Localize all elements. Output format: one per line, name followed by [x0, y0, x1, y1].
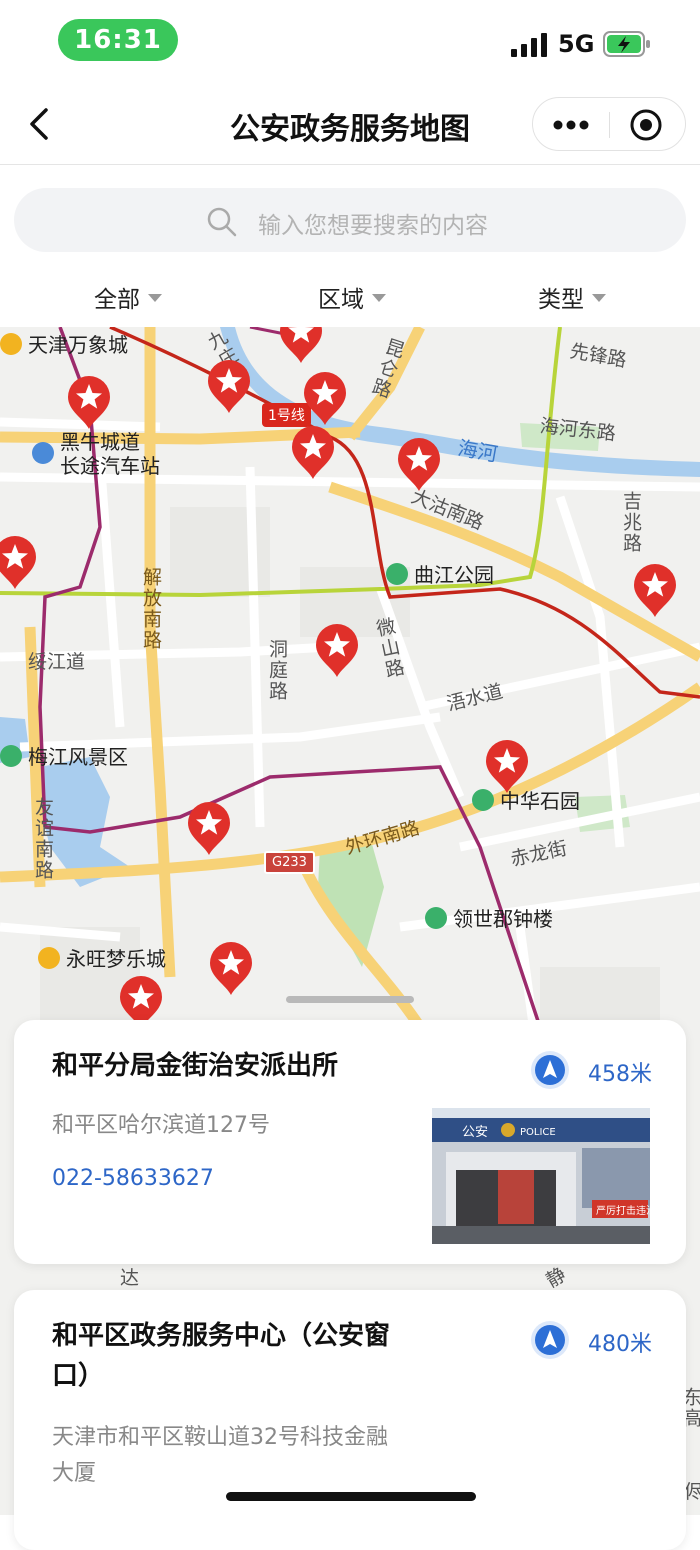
road-label: 吉兆路	[620, 491, 642, 554]
more-icon[interactable]	[551, 110, 591, 140]
police-marker[interactable]	[66, 375, 112, 431]
police-marker[interactable]	[302, 371, 348, 427]
search-input[interactable]: 输入您想要搜索的内容	[14, 188, 686, 252]
close-miniapp-icon[interactable]	[629, 108, 663, 142]
poi-label: 黑牛城道 长途汽车站	[60, 430, 160, 478]
station-card[interactable]: 和平区政务服务中心（公安窗口） 480米 天津市和平区鞍山道32号科技金融大厦	[14, 1290, 686, 1550]
station-address: 天津市和平区鞍山道32号科技金融大厦	[52, 1425, 388, 1486]
search-placeholder: 输入您想要搜索的内容	[258, 213, 488, 239]
poi-aeon-mall[interactable]: 永旺梦乐城	[38, 943, 166, 972]
sign-text: 公安	[462, 1125, 488, 1140]
police-marker[interactable]	[186, 801, 232, 857]
filter-bar: 全部 区域 类型	[0, 270, 700, 320]
status-time: 16:31	[58, 19, 178, 61]
road-label: 解放南路	[140, 567, 162, 651]
station-distance: 480米	[588, 1332, 652, 1357]
police-marker[interactable]	[314, 623, 360, 679]
police-station-image: 公安 POLICE 严厉打击违法	[432, 1108, 650, 1244]
caret-down-icon	[372, 294, 386, 302]
road-label: 侭	[684, 1481, 700, 1503]
caret-down-icon	[148, 294, 162, 302]
poi-label: 天津万象城	[28, 333, 128, 357]
search-icon	[207, 207, 237, 237]
road-label: 达	[120, 1267, 140, 1289]
poi-clock-tower[interactable]: 领世郡钟楼	[425, 903, 553, 932]
camera-icon	[425, 906, 447, 929]
police-marker[interactable]	[290, 425, 336, 481]
police-marker[interactable]	[632, 563, 678, 619]
home-indicator	[226, 1492, 476, 1501]
banner-text: 严厉打击违法	[596, 1204, 650, 1217]
poi-label: 永旺梦乐城	[66, 947, 166, 971]
filter-label: 区域	[318, 287, 364, 313]
poi-label: 领世郡钟楼	[453, 907, 553, 931]
mall-icon	[0, 332, 22, 355]
police-marker[interactable]	[278, 327, 324, 365]
poi-label: 曲江公园	[414, 563, 494, 587]
filter-label: 全部	[94, 287, 140, 313]
navigate-icon[interactable]	[530, 1320, 570, 1360]
caret-down-icon	[592, 294, 606, 302]
park-icon	[386, 562, 408, 585]
road-label: 友谊南路	[32, 797, 54, 881]
battery-charging-icon	[603, 31, 650, 57]
nav-bar: 公安政务服务地图	[0, 84, 700, 165]
poi-scenic[interactable]: 梅江风景区	[0, 741, 128, 770]
highway-badge: G233	[264, 851, 315, 874]
filter-all[interactable]: 全部	[94, 280, 162, 314]
station-card[interactable]: 和平分局金街治安派出所 458米 和平区哈尔滨道127号 022-5863362…	[14, 1020, 686, 1264]
station-photo: 公安 POLICE 严厉打击违法	[432, 1108, 650, 1244]
filter-region[interactable]: 区域	[318, 280, 386, 314]
police-marker[interactable]	[484, 739, 530, 795]
miniapp-capsule	[532, 97, 686, 151]
drag-handle[interactable]	[286, 996, 414, 1003]
police-marker[interactable]	[0, 535, 38, 591]
poi-mall[interactable]: 天津万象城	[0, 329, 128, 358]
station-phone[interactable]: 022-58633627	[52, 1166, 214, 1191]
station-address: 和平区哈尔滨道127号	[52, 1113, 270, 1138]
park-icon	[0, 744, 22, 767]
road-label: 洞庭路	[266, 639, 288, 702]
police-marker[interactable]	[208, 941, 254, 997]
filter-type[interactable]: 类型	[538, 280, 606, 314]
station-distance: 458米	[588, 1062, 652, 1087]
mall-icon	[38, 946, 60, 969]
capsule-divider	[609, 112, 610, 138]
status-bar: 16:31 5G	[0, 0, 700, 84]
signal-icon	[511, 33, 547, 57]
network-type: 5G	[558, 30, 595, 58]
poi-park[interactable]: 曲江公园	[386, 559, 494, 588]
navigate-icon[interactable]	[530, 1050, 570, 1090]
police-marker[interactable]	[206, 359, 252, 415]
station-name: 和平区政务服务中心（公安窗口）	[52, 1321, 391, 1391]
road-label: 绥江道	[28, 651, 86, 673]
poi-label: 梅江风景区	[28, 745, 128, 769]
back-icon[interactable]	[22, 104, 58, 144]
police-marker[interactable]	[396, 437, 442, 493]
station-name: 和平分局金街治安派出所	[52, 1051, 339, 1081]
bus-icon	[32, 442, 54, 464]
filter-label: 类型	[538, 287, 584, 313]
sign-text: POLICE	[520, 1127, 556, 1138]
poi-bus-station[interactable]: 黑牛城道 长途汽车站	[32, 430, 160, 478]
